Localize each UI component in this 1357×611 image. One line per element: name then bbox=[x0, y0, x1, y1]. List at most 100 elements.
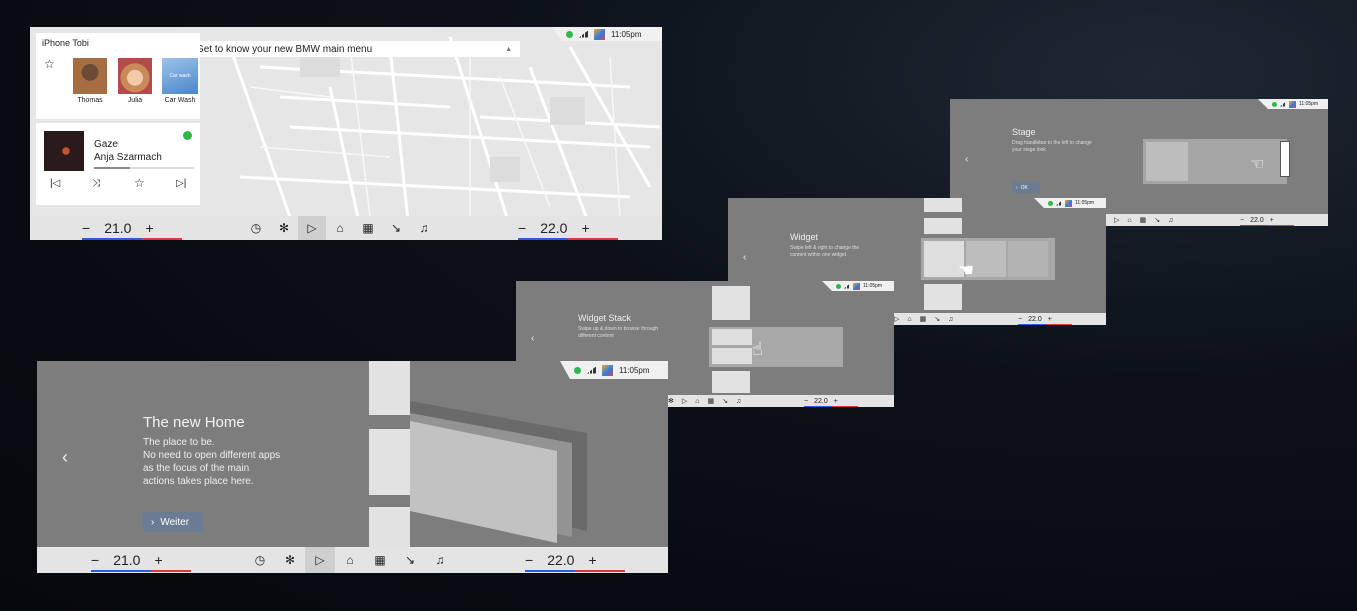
temp-minus-button[interactable]: − bbox=[91, 552, 99, 568]
apps-icon[interactable]: ▦ bbox=[920, 315, 927, 323]
music-icon[interactable]: ♫ bbox=[1168, 217, 1173, 224]
apps-icon[interactable]: ▦ bbox=[708, 397, 715, 405]
apps-icon[interactable]: ▦ bbox=[365, 553, 395, 567]
music-icon[interactable]: ♫ bbox=[410, 221, 438, 235]
media-artist: Anja Szarmach bbox=[94, 152, 162, 163]
left-temp-control: − 21.0 + bbox=[91, 552, 191, 572]
favorites-star-icon[interactable]: ☆ bbox=[44, 57, 55, 71]
temp-minus-button[interactable]: − bbox=[1240, 217, 1244, 224]
music-icon[interactable]: ♫ bbox=[736, 398, 741, 405]
temp-plus-button[interactable]: + bbox=[588, 552, 596, 568]
skip-forward-icon[interactable]: ▷| bbox=[176, 178, 186, 189]
temp-minus-button[interactable]: − bbox=[1018, 316, 1022, 323]
left-temp-underline-red bbox=[151, 570, 191, 572]
phone-icon[interactable]: ↘ bbox=[1154, 216, 1160, 224]
music-icon[interactable]: ♫ bbox=[425, 553, 455, 567]
temp-plus-button[interactable]: + bbox=[154, 552, 162, 568]
favorite-star-icon[interactable]: ☆ bbox=[134, 176, 145, 190]
status-time: 11:05pm bbox=[611, 29, 642, 39]
app-icon bbox=[853, 282, 860, 290]
chevron-up-icon[interactable]: ▲ bbox=[505, 46, 512, 53]
search-bar[interactable]: Get to know your new BMW main menu ▲ bbox=[172, 41, 520, 57]
phone-icon[interactable]: ↘ bbox=[934, 315, 940, 323]
connection-icon bbox=[566, 30, 573, 38]
temp-plus-button[interactable]: + bbox=[1048, 316, 1052, 323]
play-icon[interactable]: ▷ bbox=[1114, 216, 1119, 224]
play-icon[interactable]: ▷ bbox=[305, 547, 335, 573]
skip-back-icon[interactable]: |◁ bbox=[50, 178, 60, 189]
signal-icon bbox=[1056, 200, 1062, 206]
phone-icon[interactable]: ↘ bbox=[382, 221, 410, 235]
temp-plus-button[interactable]: + bbox=[834, 398, 838, 405]
status-bar: 11:05pm bbox=[552, 27, 662, 41]
status-bar: 11:05pm bbox=[1034, 198, 1106, 208]
temp-minus-button[interactable]: − bbox=[804, 398, 808, 405]
temp-plus-button[interactable]: + bbox=[581, 220, 589, 236]
right-temp-value: 22.0 bbox=[540, 220, 568, 236]
back-arrow-icon[interactable]: ‹ bbox=[531, 333, 534, 344]
temp-plus-button[interactable]: + bbox=[145, 220, 153, 236]
left-temp-value: 21.0 bbox=[113, 552, 141, 568]
spotify-icon bbox=[183, 131, 192, 140]
play-icon[interactable]: ▷ bbox=[298, 216, 326, 240]
favorite-car-wash[interactable]: Car wash Car Wash bbox=[162, 58, 198, 104]
stack-panel bbox=[712, 371, 750, 393]
favorite-julia[interactable]: Julia bbox=[118, 58, 152, 104]
temp-minus-button[interactable]: − bbox=[525, 552, 533, 568]
play-icon[interactable]: ▷ bbox=[894, 315, 899, 323]
shuffle-icon[interactable]: ⤨ bbox=[92, 178, 100, 189]
right-temp-value: 22.0 bbox=[547, 552, 575, 568]
nav-icons: ▷ ⌂ ▦ ↘ ♫ bbox=[894, 315, 953, 324]
favorite-thomas[interactable]: Thomas bbox=[73, 58, 107, 104]
play-icon[interactable]: ▷ bbox=[682, 397, 687, 405]
left-temp-underline bbox=[91, 570, 151, 572]
stack-title: Widget Stack bbox=[578, 313, 632, 323]
handlebar[interactable] bbox=[1280, 141, 1290, 177]
widget-desc: Swipe left & right to change the content… bbox=[790, 245, 860, 258]
widget-title: Widget bbox=[790, 232, 819, 242]
right-temp-underline-red bbox=[568, 238, 618, 240]
fan-icon[interactable]: ✻ bbox=[668, 397, 674, 405]
nav-icons: ▷ ⌂ ▦ ↘ ♫ bbox=[1114, 216, 1173, 225]
stack-card bbox=[712, 348, 752, 364]
stack-card bbox=[712, 329, 752, 345]
nav-icons: ◷ ✻ ▷ ⌂ ▦ ↘ ♫ bbox=[245, 547, 455, 573]
progress-bar[interactable] bbox=[94, 167, 194, 169]
music-icon[interactable]: ♫ bbox=[948, 316, 953, 323]
temp-plus-button[interactable]: + bbox=[1270, 217, 1274, 224]
left-temp-control: − 21.0 + bbox=[82, 220, 182, 240]
phone-icon[interactable]: ↘ bbox=[722, 397, 728, 405]
fan-icon[interactable]: ✻ bbox=[275, 553, 305, 567]
ok-label: OK bbox=[1020, 184, 1028, 191]
back-arrow-icon[interactable]: ‹ bbox=[965, 154, 968, 165]
home-icon[interactable]: ⌂ bbox=[695, 398, 699, 405]
chevron-right-icon: › bbox=[1016, 184, 1018, 191]
album-art bbox=[44, 131, 84, 171]
ok-button[interactable]: › OK bbox=[1012, 182, 1040, 193]
fan-icon[interactable]: ✻ bbox=[270, 221, 298, 235]
widget-panel bbox=[924, 218, 962, 234]
status-time: 11:05pm bbox=[863, 283, 883, 289]
apps-icon[interactable]: ▦ bbox=[1140, 216, 1147, 224]
home-icon[interactable]: ⌂ bbox=[335, 553, 365, 567]
status-time: 11:05pm bbox=[1075, 200, 1095, 206]
apps-icon[interactable]: ▦ bbox=[354, 221, 382, 235]
home-icon[interactable]: ⌂ bbox=[907, 316, 911, 323]
temp-minus-button[interactable]: − bbox=[518, 220, 526, 236]
back-arrow-icon[interactable]: ‹ bbox=[743, 252, 746, 263]
favorite-label: Thomas bbox=[77, 97, 103, 104]
stage-desc: Drag handlebar to the left to change you… bbox=[1012, 140, 1092, 153]
right-temp-underline-red bbox=[575, 570, 625, 572]
app-icon bbox=[594, 28, 605, 40]
phone-icon[interactable]: ↘ bbox=[395, 553, 425, 567]
gauge-icon[interactable]: ◷ bbox=[242, 221, 270, 235]
home-icon[interactable]: ⌂ bbox=[1127, 217, 1131, 224]
temp-minus-button[interactable]: − bbox=[82, 220, 90, 236]
drag-hand-icon: ☜ bbox=[1250, 156, 1265, 173]
gauge-icon[interactable]: ◷ bbox=[245, 553, 275, 567]
right-temp-control: − 22.0 + bbox=[525, 552, 625, 572]
signal-icon bbox=[579, 30, 588, 38]
right-temp-control: − 22.0 + bbox=[518, 220, 618, 240]
home-icon[interactable]: ⌂ bbox=[326, 221, 354, 235]
widget-card bbox=[1008, 241, 1048, 277]
